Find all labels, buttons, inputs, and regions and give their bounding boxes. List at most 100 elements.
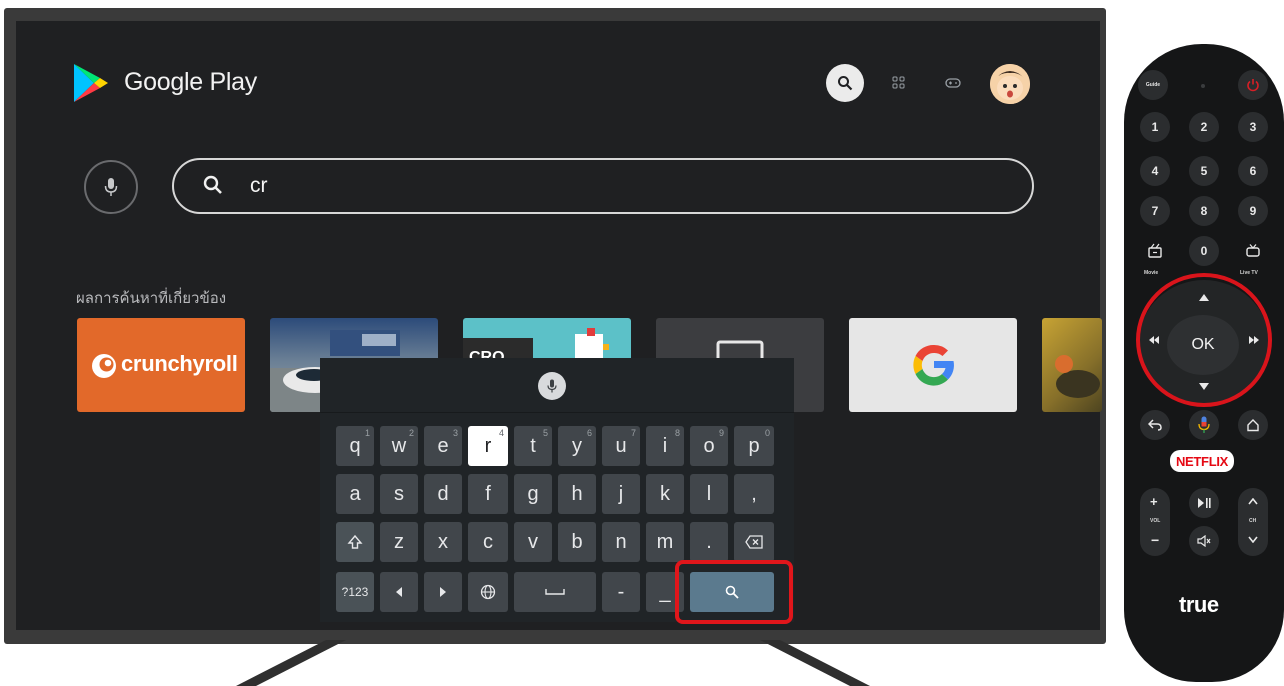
key-g[interactable]: g bbox=[514, 474, 552, 514]
stage: Google Play cr ผลการค้นหาที่เกี่ยวข้อง c… bbox=[0, 0, 1284, 686]
key-v[interactable]: v bbox=[514, 522, 552, 562]
tv-icon bbox=[1246, 244, 1260, 257]
key-c[interactable]: c bbox=[468, 522, 508, 562]
key-j[interactable]: j bbox=[602, 474, 640, 514]
key-number: 0 bbox=[764, 428, 770, 438]
apps-button[interactable] bbox=[880, 64, 918, 102]
shift-key[interactable] bbox=[336, 522, 374, 562]
shift-icon bbox=[347, 534, 363, 549]
key-number: 3 bbox=[452, 428, 458, 438]
key-label: o bbox=[703, 434, 715, 457]
remote-digit-4[interactable]: 4 bbox=[1140, 156, 1170, 186]
google-play-logo bbox=[74, 64, 108, 102]
key-e[interactable]: e3 bbox=[424, 426, 462, 466]
result-tile-crunchyroll[interactable]: crunchyroll bbox=[77, 318, 245, 412]
cursor-left-key[interactable] bbox=[380, 572, 418, 612]
key-label: r bbox=[484, 434, 492, 457]
remote-movie-label: Movie bbox=[1144, 270, 1159, 276]
remote-livetv-button[interactable] bbox=[1238, 236, 1268, 266]
symbols-key[interactable]: ?123 bbox=[336, 572, 374, 612]
remote-digit-3[interactable]: 3 bbox=[1238, 112, 1268, 142]
keyboard-mic-button[interactable] bbox=[538, 372, 566, 400]
remote-digit-7[interactable]: 7 bbox=[1140, 196, 1170, 226]
search-icon-button[interactable] bbox=[826, 64, 864, 102]
key-n[interactable]: n bbox=[602, 522, 640, 562]
voice-search-button[interactable] bbox=[84, 160, 138, 214]
key-number: 1 bbox=[364, 428, 370, 438]
play-pause-icon bbox=[1198, 498, 1211, 508]
key-m[interactable]: m bbox=[646, 522, 684, 562]
key-q[interactable]: q1 bbox=[336, 426, 374, 466]
key-d[interactable]: d bbox=[424, 474, 462, 514]
key-p[interactable]: p0 bbox=[734, 426, 774, 466]
profile-avatar[interactable] bbox=[990, 64, 1030, 104]
remote-netflix-button[interactable]: NETFLIX bbox=[1170, 450, 1234, 472]
key-k[interactable]: k bbox=[646, 474, 684, 514]
key-t[interactable]: t5 bbox=[514, 426, 552, 466]
key-y[interactable]: y6 bbox=[558, 426, 596, 466]
crunchyroll-logo-icon bbox=[92, 354, 116, 378]
remote-back-button[interactable] bbox=[1140, 410, 1170, 440]
remote-digit-5[interactable]: 5 bbox=[1189, 156, 1219, 186]
crunchyroll-text: crunchyroll bbox=[121, 351, 238, 376]
remote-digit-0[interactable]: 0 bbox=[1189, 236, 1219, 266]
remote-digit-1[interactable]: 1 bbox=[1140, 112, 1170, 142]
dpad-highlight-ring bbox=[1136, 273, 1272, 407]
key-b[interactable]: b bbox=[558, 522, 596, 562]
remote-volume-rocker[interactable]: + VOL − bbox=[1140, 488, 1170, 556]
key-a[interactable]: a bbox=[336, 474, 374, 514]
remote-home-button[interactable] bbox=[1238, 410, 1268, 440]
remote-guide-button[interactable]: Guide bbox=[1138, 70, 1168, 100]
search-input[interactable]: cr bbox=[172, 158, 1034, 214]
remote-movie-button[interactable] bbox=[1140, 236, 1170, 266]
avatar-face-icon bbox=[990, 64, 1030, 104]
key-number: 9 bbox=[718, 428, 724, 438]
space-key[interactable] bbox=[514, 572, 596, 612]
backspace-key[interactable] bbox=[734, 522, 774, 562]
remote-digit-9[interactable]: 9 bbox=[1238, 196, 1268, 226]
games-button[interactable] bbox=[934, 64, 972, 102]
remote-digit-2[interactable]: 2 bbox=[1189, 112, 1219, 142]
key-label: e bbox=[437, 434, 449, 457]
remote-play-pause-button[interactable] bbox=[1189, 488, 1219, 518]
key-number: 4 bbox=[498, 428, 504, 438]
app-title: Google Play bbox=[124, 68, 257, 96]
key-u[interactable]: u7 bbox=[602, 426, 640, 466]
key-z[interactable]: z bbox=[380, 522, 418, 562]
key-period[interactable]: . bbox=[690, 522, 728, 562]
result-tile-google[interactable] bbox=[849, 318, 1017, 412]
volume-down-icon[interactable]: − bbox=[1151, 532, 1159, 548]
remote-channel-rocker[interactable]: CH bbox=[1238, 488, 1268, 556]
key-r[interactable]: r4 bbox=[468, 426, 508, 466]
mic-icon bbox=[1198, 416, 1210, 433]
remote-digit-6[interactable]: 6 bbox=[1238, 156, 1268, 186]
movie-icon bbox=[1148, 243, 1162, 258]
key-s[interactable]: s bbox=[380, 474, 418, 514]
key-f[interactable]: f bbox=[468, 474, 508, 514]
remote-mute-button[interactable] bbox=[1189, 526, 1219, 556]
key-number: 5 bbox=[542, 428, 548, 438]
search-key-highlight bbox=[675, 560, 793, 624]
gamepad-icon bbox=[945, 78, 961, 88]
remote-ch-label: CH bbox=[1249, 518, 1257, 524]
google-g-logo-icon bbox=[913, 344, 954, 386]
cursor-right-key[interactable] bbox=[424, 572, 462, 612]
key-comma[interactable]: , bbox=[734, 474, 774, 514]
keyboard-divider bbox=[320, 412, 794, 413]
remote-voice-button[interactable] bbox=[1189, 410, 1219, 440]
remote-digit-8[interactable]: 8 bbox=[1189, 196, 1219, 226]
key-o[interactable]: o9 bbox=[690, 426, 728, 466]
key-h[interactable]: h bbox=[558, 474, 596, 514]
key-i[interactable]: i8 bbox=[646, 426, 684, 466]
key-w[interactable]: w2 bbox=[380, 426, 418, 466]
remote-power-button[interactable] bbox=[1238, 70, 1268, 100]
channel-up-icon[interactable] bbox=[1248, 498, 1258, 505]
key-x[interactable]: x bbox=[424, 522, 462, 562]
language-key[interactable] bbox=[468, 572, 508, 612]
key-dash[interactable]: - bbox=[602, 572, 640, 612]
key-l[interactable]: l bbox=[690, 474, 728, 514]
key-number: 6 bbox=[586, 428, 592, 438]
volume-up-icon[interactable]: + bbox=[1150, 494, 1158, 509]
channel-down-icon[interactable] bbox=[1248, 536, 1258, 543]
result-tile-game[interactable] bbox=[1042, 318, 1102, 412]
